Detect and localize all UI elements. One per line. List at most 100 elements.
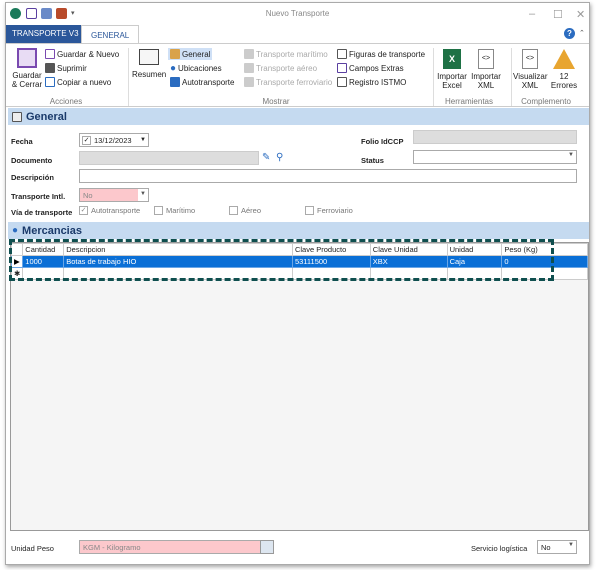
lookup-icon[interactable] (260, 540, 274, 554)
errores-label: 12 Errores (550, 72, 578, 90)
mercancias-grid[interactable]: Cantidad Descripcion Clave Producto Clav… (10, 242, 589, 531)
resumen-button[interactable]: Resumen (132, 49, 166, 79)
via-ferroviario-checkbox[interactable]: Ferroviario (305, 206, 353, 215)
visualizar-xml-button[interactable]: <> Visualizar XML (513, 49, 548, 90)
chevron-down-icon: ▼ (138, 189, 148, 201)
campos-extras-button[interactable]: Campos Extras (337, 63, 404, 73)
group-complemento-label: Complemento (521, 97, 571, 106)
checkbox[interactable] (229, 206, 238, 215)
via-label: Aéreo (241, 206, 262, 215)
descripcion-label: Descripción (11, 173, 54, 182)
via-label: Marítimo (166, 206, 196, 215)
maximize-button[interactable]: ☐ (553, 8, 563, 21)
monitor-icon (139, 49, 159, 65)
folio-label: Folio IdCCP (361, 137, 404, 146)
registro-istmo-button[interactable]: Registro ISTMO (337, 77, 406, 87)
location-pin-icon: ● (12, 225, 19, 236)
errores-button[interactable]: 12 Errores (550, 49, 578, 90)
save-close-icon (17, 48, 37, 68)
documento-field[interactable] (79, 151, 259, 165)
truck-icon (170, 77, 180, 87)
window-title: Nuevo Transporte (265, 9, 330, 18)
chevron-down-icon: ▼ (568, 542, 574, 548)
help-icon[interactable]: ? (564, 28, 575, 39)
guardar-nuevo-button[interactable]: Guardar & Nuevo (45, 49, 119, 59)
copy-icon (45, 77, 55, 87)
ubicaciones-button[interactable]: ● Ubicaciones (170, 63, 222, 74)
group-herramientas-label: Herramientas (444, 97, 493, 106)
servicio-logistica-dropdown[interactable]: No ▼ (537, 540, 577, 554)
section-general-title: General (26, 110, 67, 123)
checkbox-checked[interactable]: ✓ (79, 206, 88, 215)
servicio-value: No (541, 543, 551, 552)
resumen-label: Resumen (132, 70, 167, 79)
minimize-button[interactable]: – (529, 8, 535, 20)
fecha-checkbox[interactable]: ✓ (82, 135, 91, 145)
transporte-intl-value: No (83, 191, 93, 200)
save-new-icon (45, 49, 55, 59)
transporte-ferroviario-button[interactable]: Transporte ferroviario (244, 77, 332, 87)
group-mostrar-label: Mostrar (262, 97, 290, 106)
importar-excel-label: Importar Excel (437, 72, 467, 90)
warning-icon (553, 49, 575, 69)
general-label: General (182, 49, 211, 59)
transporte-maritimo-button[interactable]: Transporte marítimo (244, 49, 328, 59)
descripcion-field[interactable] (79, 169, 577, 183)
excel-icon: X (443, 49, 461, 69)
title-bar: ▾ Nuevo Transporte – ☐ ✕ (6, 3, 589, 25)
suprimir-button[interactable]: Suprimir (45, 63, 87, 73)
unidad-peso-field[interactable]: KGM - Kilogramo (79, 540, 261, 554)
fields-icon (337, 63, 347, 73)
tab-general[interactable]: GENERAL (81, 25, 140, 44)
autotransporte-button[interactable]: Autotransporte (170, 77, 234, 87)
istmo-icon (337, 77, 347, 87)
trash-icon (45, 63, 55, 73)
via-autotransporte-checkbox[interactable]: ✓ Autotransporte (79, 206, 140, 215)
via-aereo-checkbox[interactable]: Aéreo (229, 206, 261, 215)
chevron-down-icon[interactable]: ▼ (140, 137, 146, 143)
window: ▾ Nuevo Transporte – ☐ ✕ TRANSPORTE V3 G… (5, 2, 590, 565)
copiar-nuevo-button[interactable]: Copiar a nuevo (45, 77, 111, 87)
section-mercancias-title: Mercancias (22, 224, 82, 237)
plane-icon (244, 63, 254, 73)
close-button[interactable]: ✕ (576, 8, 585, 21)
divider (128, 48, 129, 106)
importar-excel-button[interactable]: X Importar Excel (436, 49, 468, 90)
checkbox[interactable] (154, 206, 163, 215)
guardar-cerrar-button[interactable]: Guardar & Cerrar (10, 48, 44, 89)
section-mercancias-header: ● Mercancias (8, 222, 589, 239)
location-pin-icon: ● (170, 63, 177, 74)
via-label: Ferroviario (317, 206, 353, 215)
transporte-intl-label: Transporte Intl. (11, 192, 66, 201)
via-transporte-label: Vía de transporte (11, 208, 73, 217)
collapse-ribbon-icon[interactable]: ⌃ (579, 29, 585, 37)
ferroviario-label: Transporte ferroviario (256, 77, 333, 87)
ribbon: Guardar & Cerrar Guardar & Nuevo Suprimi… (6, 43, 589, 107)
maritimo-label: Transporte marítimo (256, 49, 328, 59)
transporte-aereo-button[interactable]: Transporte aéreo (244, 63, 317, 73)
status-dropdown[interactable]: ▼ (413, 150, 577, 164)
ship-icon (244, 49, 254, 59)
guardar-cerrar-label: Guardar & Cerrar (11, 71, 43, 89)
transporte-intl-dropdown[interactable]: No ▼ (79, 188, 149, 202)
fecha-field[interactable]: ✓ 13/12/2023 ▼ (79, 133, 149, 147)
xml-view-icon: <> (522, 49, 538, 69)
importar-xml-button[interactable]: <> Importar XML (470, 49, 502, 90)
general-view-button[interactable]: General (168, 48, 213, 60)
group-acciones-label: Acciones (49, 97, 83, 106)
folio-field[interactable] (413, 130, 577, 144)
unidad-peso-label: Unidad Peso (11, 544, 54, 553)
tab-transporte-v3[interactable]: TRANSPORTE V3 (6, 25, 85, 43)
figuras-transporte-button[interactable]: Figuras de transporte (337, 49, 425, 59)
importar-xml-label: Importar XML (471, 72, 501, 90)
edit-pencil-icon[interactable]: ✎ (262, 152, 270, 163)
divider (511, 48, 512, 106)
train-icon (244, 77, 254, 87)
search-icon[interactable]: ⚲ (276, 152, 283, 163)
divider (433, 48, 434, 106)
documento-label: Documento (11, 156, 53, 165)
checkbox[interactable] (305, 206, 314, 215)
suprimir-label: Suprimir (57, 63, 87, 73)
via-maritimo-checkbox[interactable]: Marítimo (154, 206, 195, 215)
guardar-nuevo-label: Guardar & Nuevo (57, 49, 120, 59)
